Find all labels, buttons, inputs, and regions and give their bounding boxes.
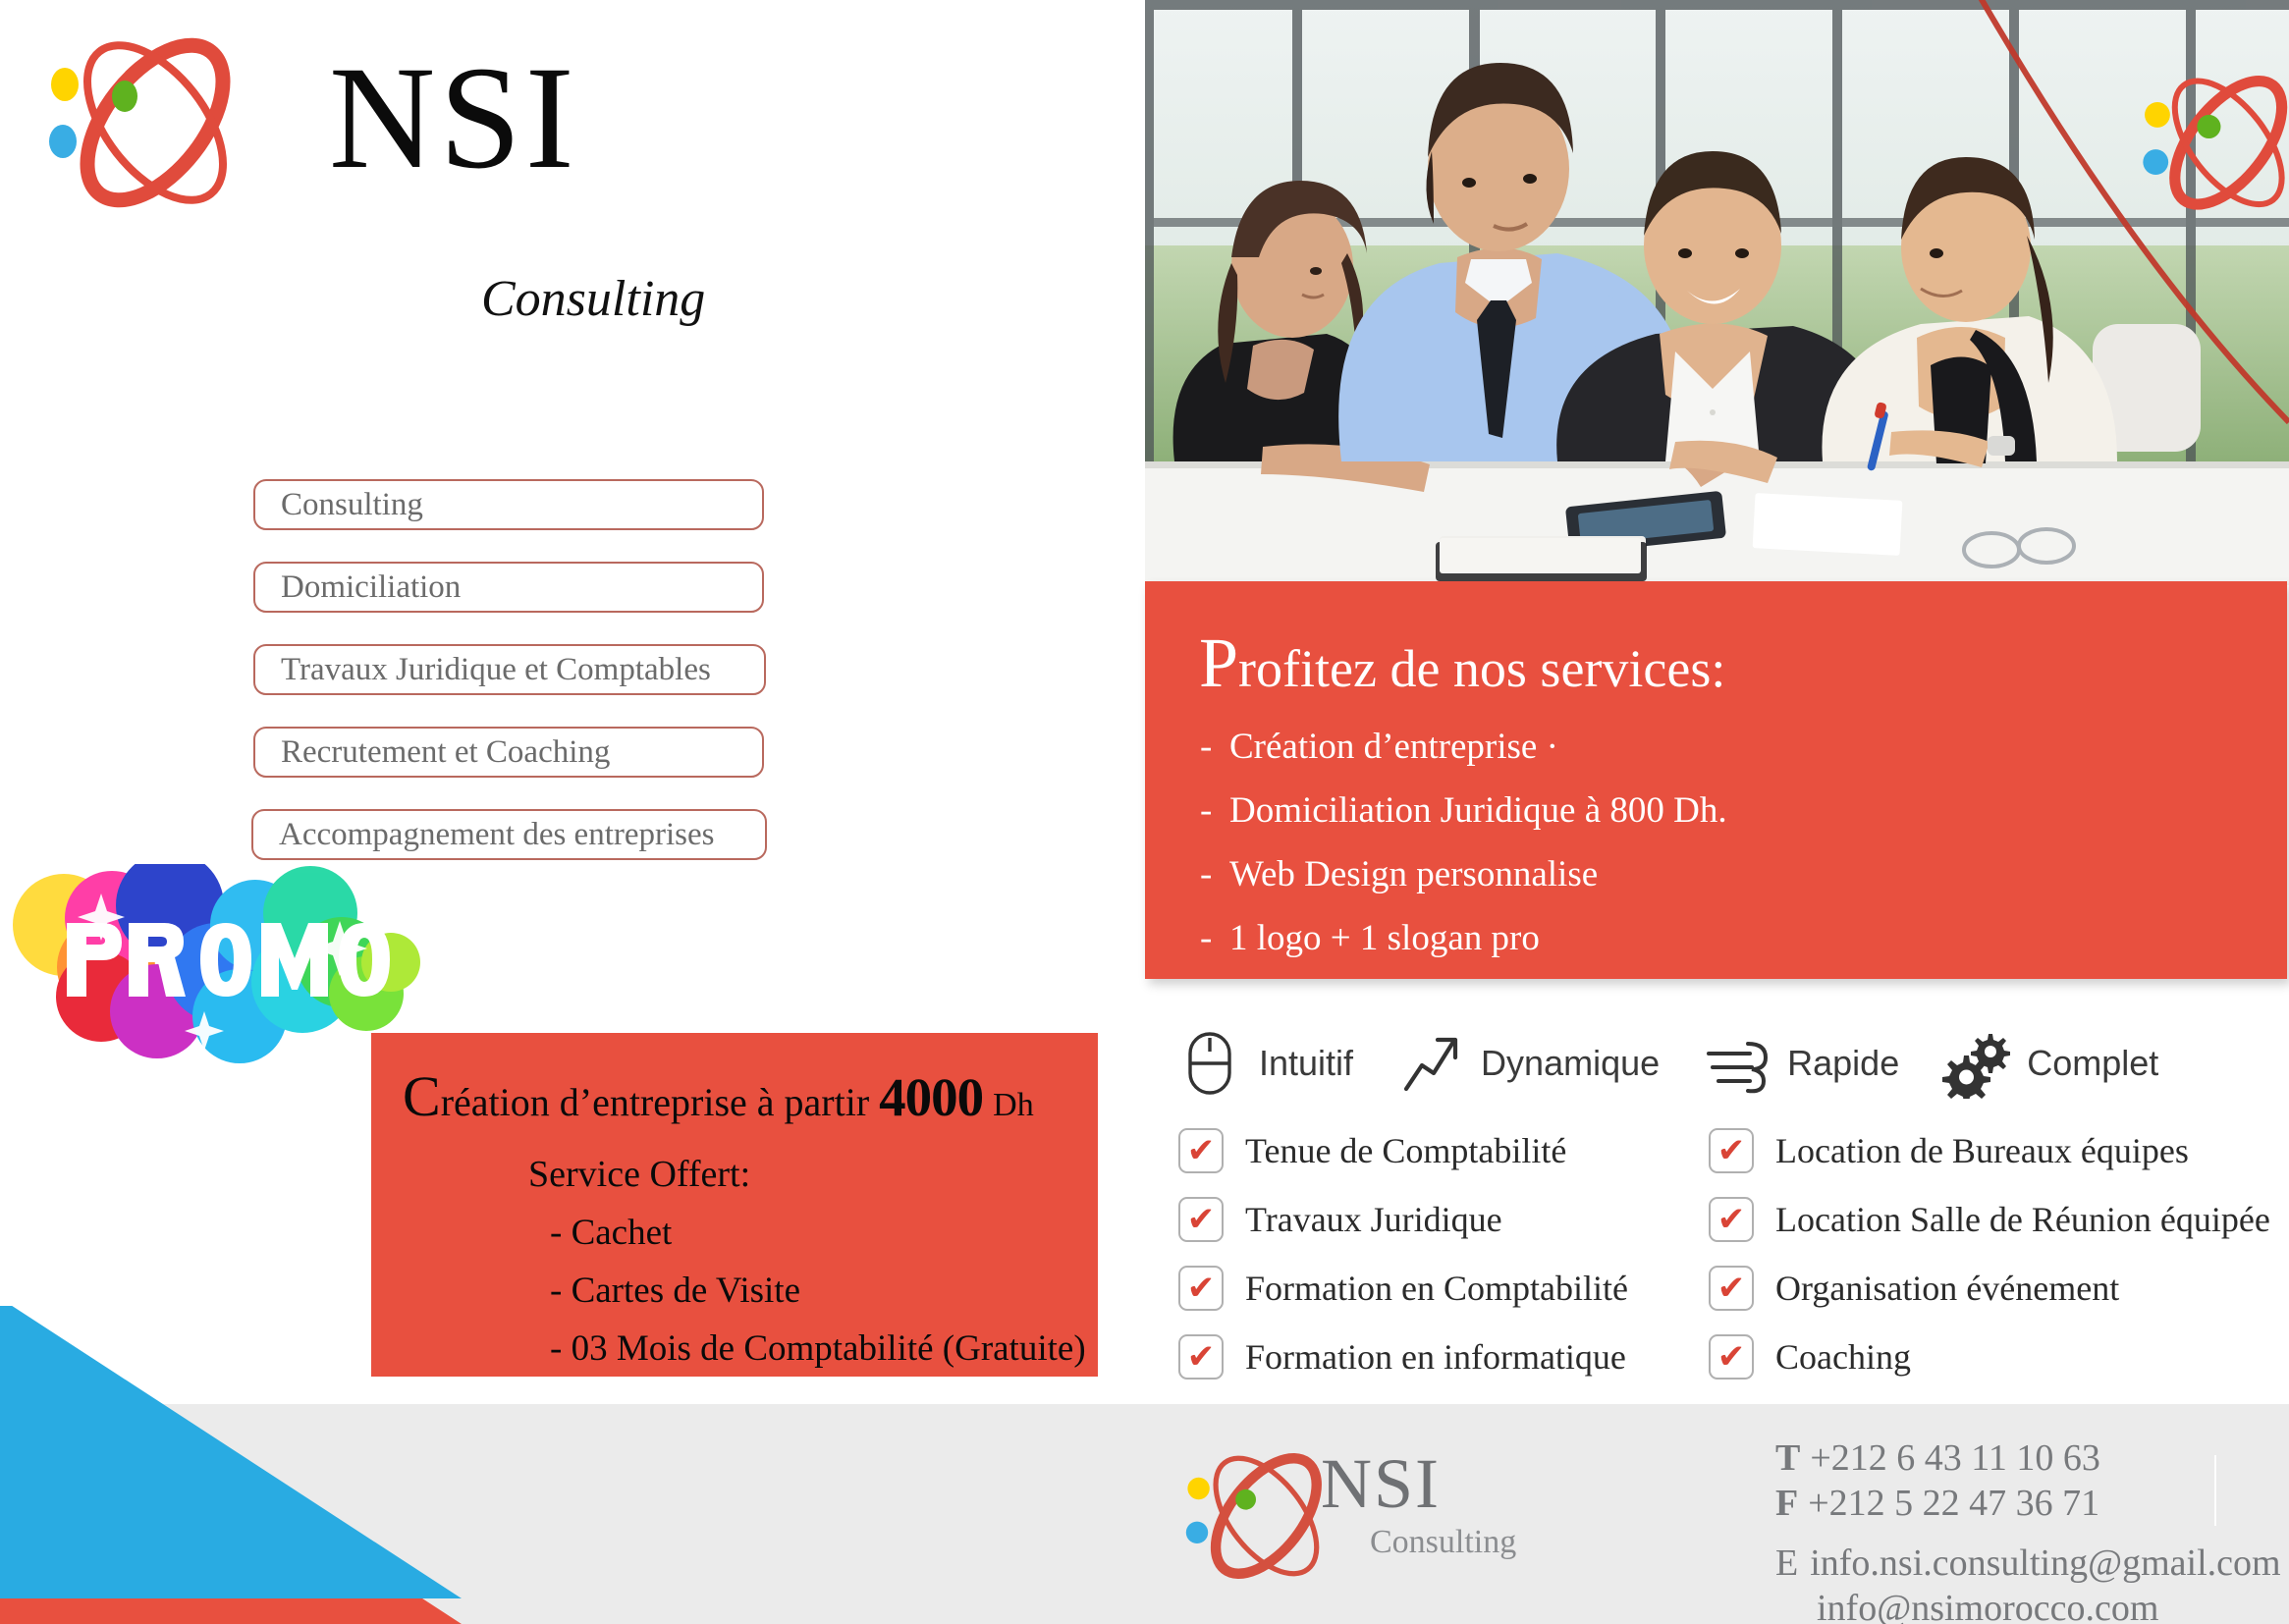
check-icon[interactable]: ✔ xyxy=(1709,1266,1754,1311)
bullet-dash: - xyxy=(1200,727,1213,767)
service-label: Consulting xyxy=(281,486,423,522)
banner-item-label: 1 logo + 1 slogan pro xyxy=(1229,918,1540,958)
feature-dynamique: Dynamique xyxy=(1396,1028,1660,1099)
bullet-dash: - xyxy=(1200,790,1213,831)
arrow-up-right-icon xyxy=(1403,1037,1458,1092)
checklist-item[interactable]: ✔ Formation en Comptabilité xyxy=(1178,1265,1709,1312)
fax-key: F xyxy=(1775,1483,1799,1525)
phone-line: T +212 6 43 11 10 63 xyxy=(1775,1435,2281,1481)
offer-item: - Cachet xyxy=(550,1212,673,1253)
price-headline: Création d’entreprise à partir 4000 Dh xyxy=(371,1062,1098,1131)
brand-name: NSI xyxy=(329,36,578,199)
check-icon[interactable]: ✔ xyxy=(1178,1266,1224,1311)
check-icon[interactable]: ✔ xyxy=(1709,1334,1754,1380)
price-cap: C xyxy=(403,1064,441,1128)
price-head-rest: réation d’entreprise à partir xyxy=(440,1080,880,1124)
checklist-item[interactable]: ✔ Formation en informatique xyxy=(1178,1333,1709,1380)
check-icon[interactable]: ✔ xyxy=(1178,1334,1224,1380)
price-amount: 4000 xyxy=(879,1067,984,1127)
flyer-page: NSI Consulting Consulting Domiciliation … xyxy=(0,0,2289,1624)
checklist-label: Coaching xyxy=(1775,1337,1911,1377)
checklist-label: Location de Bureaux équipes xyxy=(1775,1131,2189,1170)
price-unit: Dh xyxy=(993,1087,1034,1123)
offer-item: - 03 Mois de Comptabilité (Gratuite) xyxy=(550,1327,1086,1369)
checklist-item[interactable]: ✔ Organisation événement xyxy=(1709,1265,2288,1312)
services-list: Consulting Domiciliation Travaux Juridiq… xyxy=(251,479,774,892)
services-banner: Profitez de nos services: - Création d’en… xyxy=(1145,581,2287,979)
email-value-secondary[interactable]: info@nsimorocco.com xyxy=(1817,1588,2158,1624)
offer-item: - Cartes de Visite xyxy=(550,1270,801,1311)
feature-label: Complet xyxy=(2027,1043,2159,1083)
footer-brand-tagline: Consulting xyxy=(1370,1524,1517,1560)
service-item-domiciliation[interactable]: Domiciliation xyxy=(253,562,764,613)
email-line-1[interactable]: Einfo.nsi.consulting@gmail.com xyxy=(1775,1541,2281,1586)
brand-tagline: Consulting xyxy=(481,271,706,327)
checklist-label: Tenue de Comptabilité xyxy=(1245,1131,1567,1170)
check-icon[interactable]: ✔ xyxy=(1178,1197,1224,1242)
bullet-dash: - xyxy=(1200,854,1213,894)
service-label: Domiciliation xyxy=(281,568,462,605)
checklist-item[interactable]: ✔ Coaching xyxy=(1709,1333,2288,1380)
checklist-item[interactable]: ✔ Location de Bureaux équipes xyxy=(1709,1127,2288,1174)
checklist-label: Location Salle de Réunion équipée xyxy=(1775,1200,2270,1239)
feature-label: Dynamique xyxy=(1481,1043,1661,1083)
checklist-item[interactable]: ✔ Travaux Juridique xyxy=(1178,1196,1709,1243)
price-offer-box: Création d’entreprise à partir 4000 Dh S… xyxy=(371,1033,1098,1377)
email-value-primary[interactable]: info.nsi.consulting@gmail.com xyxy=(1810,1543,2280,1584)
banner-item: - Web Design personnalise xyxy=(1145,853,2287,895)
fax-value: +212 5 22 47 36 71 xyxy=(1808,1483,2100,1525)
check-icon[interactable]: ✔ xyxy=(1709,1128,1754,1173)
business-meeting-photo xyxy=(1145,0,2289,585)
banner-item-label: Domiciliation Juridique à 800 Dh. xyxy=(1229,790,1727,831)
checklist-right: ✔ Location de Bureaux équipes ✔ Location… xyxy=(1709,1127,2288,1402)
checklist-left: ✔ Tenue de Comptabilité ✔ Travaux Juridi… xyxy=(1178,1127,1709,1402)
banner-title: Profitez de nos services: xyxy=(1145,581,2287,704)
banner-title-rest: rofitez de nos services: xyxy=(1238,639,1726,698)
banner-item-label: Web Design personnalise xyxy=(1229,854,1599,894)
checklist-label: Travaux Juridique xyxy=(1245,1200,1502,1239)
service-item-accompagnement[interactable]: Accompagnement des entreprises xyxy=(251,809,767,860)
banner-item: - Création d’entreprise · xyxy=(1145,726,2287,768)
service-item-recrutement[interactable]: Recrutement et Coaching xyxy=(253,727,764,778)
service-item-consulting[interactable]: Consulting xyxy=(253,479,764,530)
banner-item-label: Création d’entreprise · xyxy=(1229,727,1558,767)
offer-title: Service Offert: xyxy=(528,1153,751,1195)
service-item-travaux-juridique[interactable]: Travaux Juridique et Comptables xyxy=(253,644,766,695)
atom-logo-icon xyxy=(39,20,275,226)
checklist-item[interactable]: ✔ Tenue de Comptabilité xyxy=(1178,1127,1709,1174)
feature-rapide: Rapide xyxy=(1703,1028,1899,1099)
checklist-item[interactable]: ✔ Location Salle de Réunion équipée xyxy=(1709,1196,2288,1243)
contact-block: T +212 6 43 11 10 63 F +212 5 22 47 36 71 … xyxy=(1775,1435,2281,1624)
fax-line: F +212 5 22 47 36 71 xyxy=(1775,1481,2281,1526)
banner-item: -1 logo + 1 slogan pro xyxy=(1145,917,2287,959)
feature-row: Intuitif Dynamique Rapide Complet xyxy=(1174,1019,2274,1108)
checklist-label: Formation en informatique xyxy=(1245,1337,1626,1377)
footer-brand-name: NSI xyxy=(1321,1444,1442,1523)
feature-intuitif: Intuitif xyxy=(1174,1028,1353,1099)
feature-label: Rapide xyxy=(1787,1043,1900,1083)
check-icon[interactable]: ✔ xyxy=(1178,1128,1224,1173)
banner-title-cap: P xyxy=(1199,623,1239,702)
checklist-label: Formation en Comptabilité xyxy=(1245,1269,1628,1308)
speed-lines-icon xyxy=(1707,1042,1769,1094)
bullet-dash: - xyxy=(1200,918,1213,958)
phone-value: +212 6 43 11 10 63 xyxy=(1810,1437,2100,1479)
mouse-icon xyxy=(1188,1032,1231,1095)
checklist-label: Organisation événement xyxy=(1775,1269,2120,1308)
feature-label: Intuitif xyxy=(1259,1043,1354,1083)
check-icon[interactable]: ✔ xyxy=(1709,1197,1754,1242)
gears-icon xyxy=(1942,1034,2011,1099)
service-label: Accompagnement des entreprises xyxy=(279,816,715,852)
banner-item: - Domiciliation Juridique à 800 Dh. xyxy=(1145,789,2287,832)
email-line-2[interactable]: info@nsimorocco.com xyxy=(1775,1586,2281,1624)
service-label: Recrutement et Coaching xyxy=(281,733,611,770)
email-key: E xyxy=(1775,1542,1799,1584)
feature-complet: Complet xyxy=(1942,1028,2158,1099)
service-label: Travaux Juridique et Comptables xyxy=(281,651,711,687)
phone-key: T xyxy=(1775,1437,1801,1479)
